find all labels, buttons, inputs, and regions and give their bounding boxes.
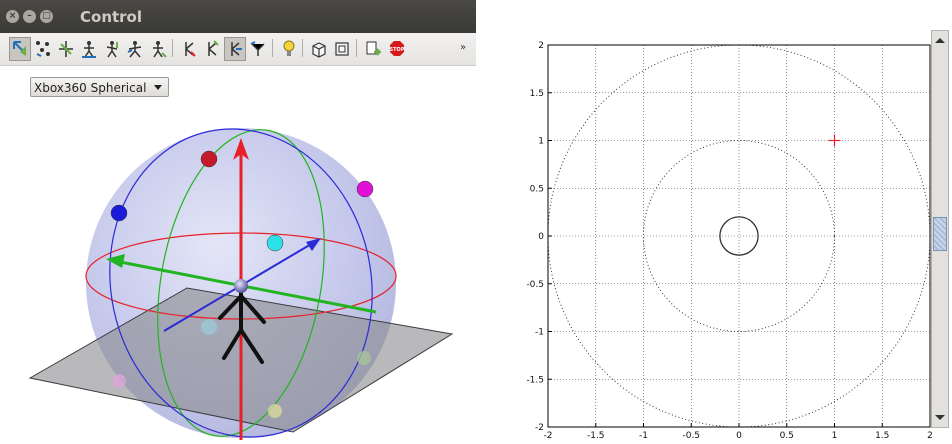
pose-4-tool-icon — [250, 41, 265, 56]
stick-figure-3-tool-button[interactable] — [124, 37, 146, 61]
lightbulb-icon — [283, 40, 295, 56]
front-view-icon — [335, 42, 349, 56]
screen: × – □ Control STOP » Xbox360 Spherical -… — [0, 0, 952, 444]
marker-cyan[interactable] — [266, 234, 284, 252]
plot-window: -2 -1.5 -1 -0.5 0 0.5 1 1.5 2 2 1.5 1 0.5 0 -0.5 -1 -1.5… — [476, 0, 952, 444]
points-tool-icon — [36, 41, 50, 57]
minimize-button[interactable]: – — [23, 10, 36, 23]
3d-viewport[interactable] — [0, 98, 476, 444]
marker-red[interactable] — [200, 150, 218, 168]
toolbar-separator — [356, 39, 357, 57]
pose-3-tool-button[interactable] — [224, 37, 246, 61]
cube-view-icon — [312, 42, 326, 58]
rotate-tool-button[interactable] — [55, 37, 77, 61]
stop-icon: STOP — [390, 41, 405, 56]
x-tick-label: 1.5 — [875, 431, 889, 441]
y-tick-label: 1.5 — [530, 89, 544, 99]
title-bar[interactable]: × – □ Control — [0, 0, 476, 33]
pose-2-tool-button[interactable] — [201, 37, 223, 61]
close-icon: × — [8, 11, 17, 21]
minimize-icon: – — [27, 11, 32, 21]
marker-faded-green[interactable] — [357, 351, 371, 365]
x-tick-label: -1 — [639, 431, 648, 441]
front-view-button[interactable] — [331, 37, 353, 61]
x-tick-label: -2 — [544, 431, 553, 441]
close-button[interactable]: × — [6, 10, 19, 23]
polar-plot[interactable]: -2 -1.5 -1 -0.5 0 0.5 1 1.5 2 2 1.5 1 0.5 0 -0.5 -1 -1.5… — [476, 0, 952, 444]
stick-figure-3-tool-icon — [127, 41, 142, 58]
y-tick-label: 1 — [538, 137, 544, 147]
stop-button[interactable]: STOP — [386, 37, 408, 61]
scrollbar-thumb[interactable] — [933, 217, 947, 251]
stick-figure-2-tool-button[interactable] — [101, 37, 123, 61]
cube-view-button[interactable] — [308, 37, 330, 61]
points-tool-button[interactable] — [32, 37, 54, 61]
stick-figure-tool-icon — [82, 41, 96, 58]
marker-faded-pink[interactable] — [112, 374, 126, 388]
chevron-down-icon — [154, 85, 162, 90]
select-tool-button[interactable] — [9, 37, 31, 61]
stop-icon-label: STOP — [390, 47, 405, 53]
y-tick-label: 0 — [538, 232, 544, 242]
toolbar-separator — [272, 39, 273, 57]
select-tool-icon — [13, 41, 26, 56]
maximize-icon: □ — [42, 11, 51, 21]
pose-tool-icon — [185, 42, 196, 57]
stick-figure-4-tool-button[interactable] — [147, 37, 169, 61]
y-tick-label: -1.5 — [526, 375, 544, 385]
export-button[interactable] — [362, 37, 384, 61]
y-tick-label: -2 — [535, 423, 544, 433]
marker-blue[interactable] — [110, 204, 128, 222]
scroll-up-icon[interactable] — [935, 38, 945, 43]
stick-figure-4-tool-icon — [153, 41, 167, 58]
y-tick-label: -1 — [535, 328, 544, 338]
controller-select[interactable]: Xbox360 Spherical — [30, 77, 169, 97]
center-knob[interactable] — [234, 279, 248, 293]
y-tick-label: -0.5 — [526, 280, 544, 290]
scroll-down-icon[interactable] — [935, 415, 945, 420]
toolbar-separator — [172, 39, 173, 57]
pose-3-tool-icon — [231, 42, 242, 56]
pose-tool-button[interactable] — [178, 37, 200, 61]
light-button[interactable] — [278, 37, 300, 61]
pose-2-tool-icon — [208, 40, 219, 56]
control-window: × – □ Control STOP » Xbox360 Spherical — [0, 0, 476, 444]
stick-figure-2-tool-icon — [106, 41, 118, 58]
toolbar-separator — [302, 39, 303, 57]
marker-magenta[interactable] — [356, 180, 374, 198]
marker-faded-teal[interactable] — [201, 319, 217, 335]
stick-figure-tool-button[interactable] — [78, 37, 100, 61]
pose-4-tool-button[interactable] — [247, 37, 269, 61]
y-tick-label: 2 — [538, 41, 544, 51]
x-tick-label: 2 — [927, 431, 933, 441]
rotate-tool-icon — [59, 41, 73, 57]
maximize-button[interactable]: □ — [40, 10, 53, 23]
x-tick-label: 0.5 — [780, 431, 794, 441]
x-tick-label: 0 — [736, 431, 742, 441]
controller-select-value: Xbox360 Spherical — [34, 81, 147, 95]
export-icon — [366, 41, 382, 56]
y-tick-label: 0.5 — [530, 184, 544, 194]
x-tick-label: 1 — [832, 431, 838, 441]
window-title: Control — [80, 8, 143, 26]
toolbar: STOP » — [0, 33, 476, 66]
marker-faded-yellow[interactable] — [268, 404, 282, 418]
vertical-scrollbar[interactable] — [931, 30, 949, 428]
x-tick-label: -1.5 — [587, 431, 605, 441]
toolbar-overflow-button[interactable]: » — [460, 42, 466, 53]
x-tick-label: -0.5 — [682, 431, 700, 441]
